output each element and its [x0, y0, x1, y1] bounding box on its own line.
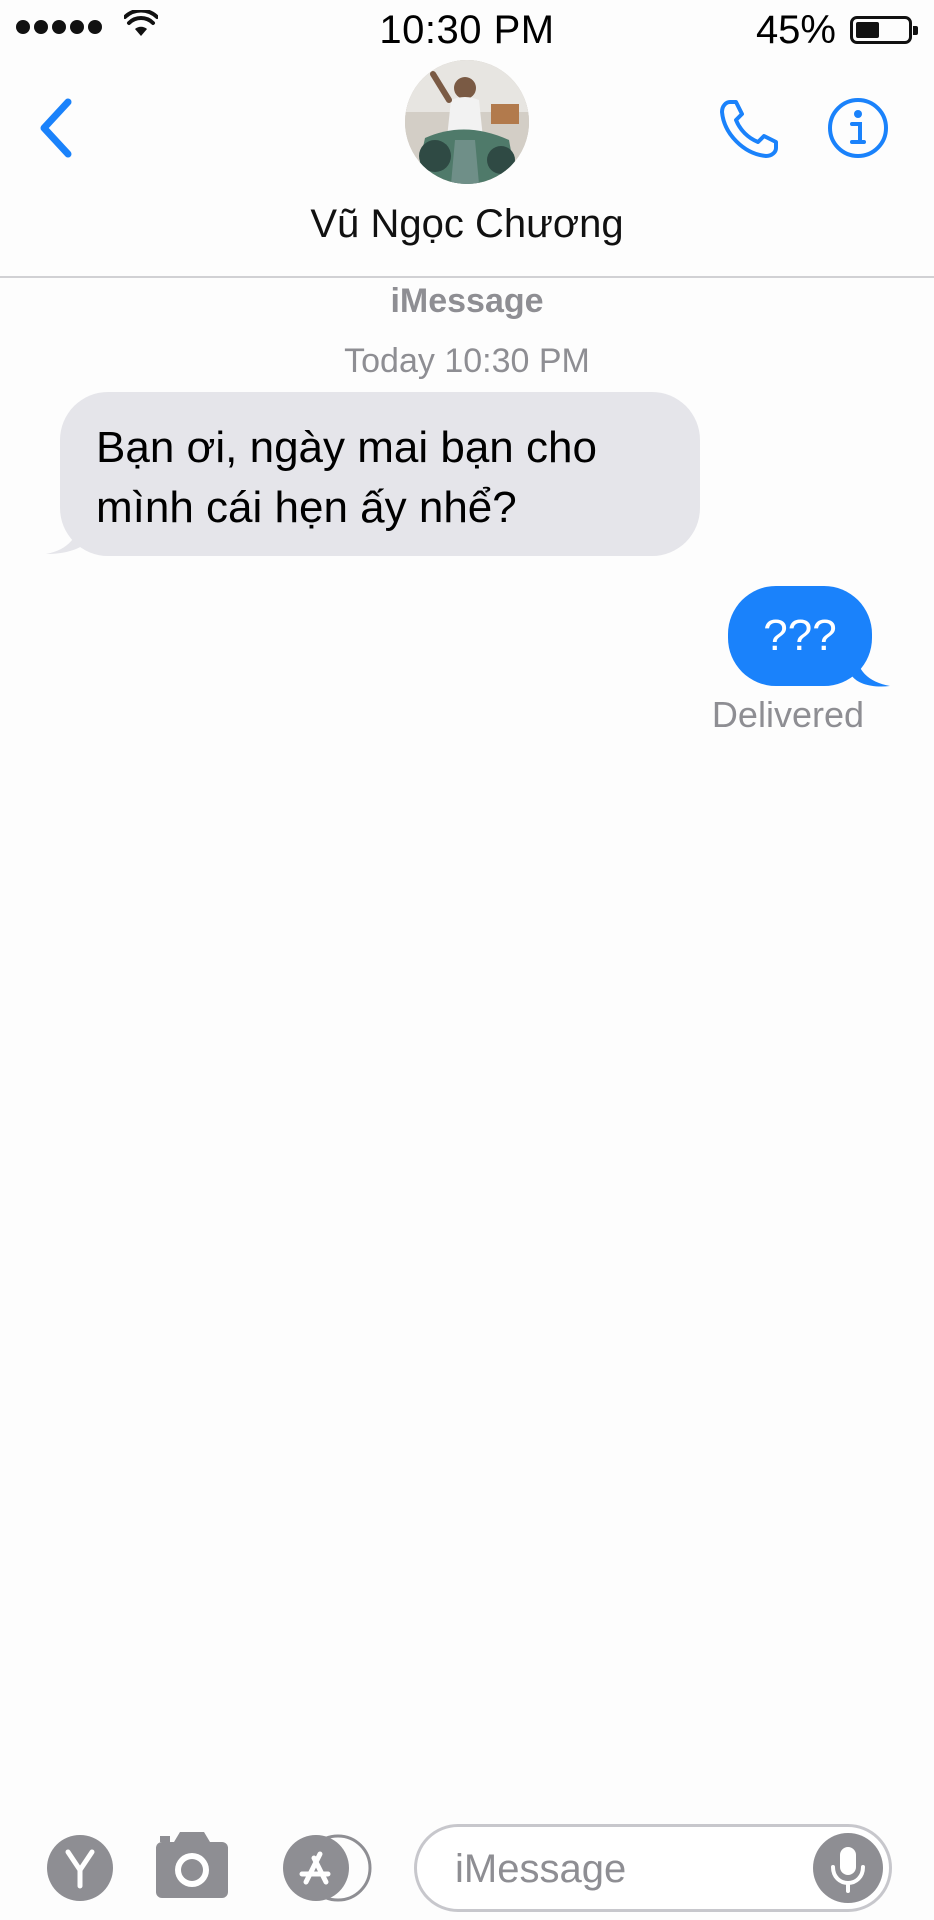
- microphone-icon[interactable]: [813, 1833, 883, 1903]
- battery-percent: 45%: [755, 8, 836, 52]
- battery-fill: [856, 22, 879, 38]
- battery-icon: [850, 16, 918, 44]
- message-input-placeholder: iMessage: [455, 1847, 627, 1891]
- phone-icon[interactable]: [716, 96, 782, 162]
- messages-screen: 10:30 PM 45% Vũ Ngọc Chương iMessage Tod…: [0, 0, 934, 1920]
- camera-icon[interactable]: [154, 1828, 230, 1900]
- message-text-line: mình cái hẹn ấy nhể?: [96, 483, 517, 532]
- info-icon[interactable]: [826, 96, 890, 160]
- outgoing-message-bubble[interactable]: ???: [728, 586, 872, 686]
- microphone-glyph: [831, 1847, 865, 1893]
- delivery-status: Delivered: [711, 694, 864, 735]
- app-store-icon[interactable]: [282, 1834, 374, 1902]
- app-y-icon[interactable]: [46, 1834, 114, 1902]
- chevron-left-icon[interactable]: [36, 96, 76, 160]
- incoming-message-bubble[interactable]: Bạn ơi, ngày mai bạn cho mình cái hẹn ấy…: [60, 392, 700, 556]
- message-timestamp: Today 10:30 PM: [344, 342, 590, 380]
- battery-nub: [913, 26, 918, 35]
- avatar[interactable]: [405, 60, 529, 184]
- message-text-line: Bạn ơi, ngày mai bạn cho: [96, 423, 597, 472]
- input-bar: iMessage: [0, 1810, 934, 1920]
- conversation-header: Vũ Ngọc Chương: [0, 60, 934, 278]
- avatar-photo: [405, 60, 529, 184]
- message-input[interactable]: iMessage: [414, 1824, 892, 1912]
- service-label: iMessage: [390, 282, 544, 320]
- status-bar: 10:30 PM 45%: [0, 0, 934, 60]
- contact-name[interactable]: Vũ Ngọc Chương: [0, 202, 934, 247]
